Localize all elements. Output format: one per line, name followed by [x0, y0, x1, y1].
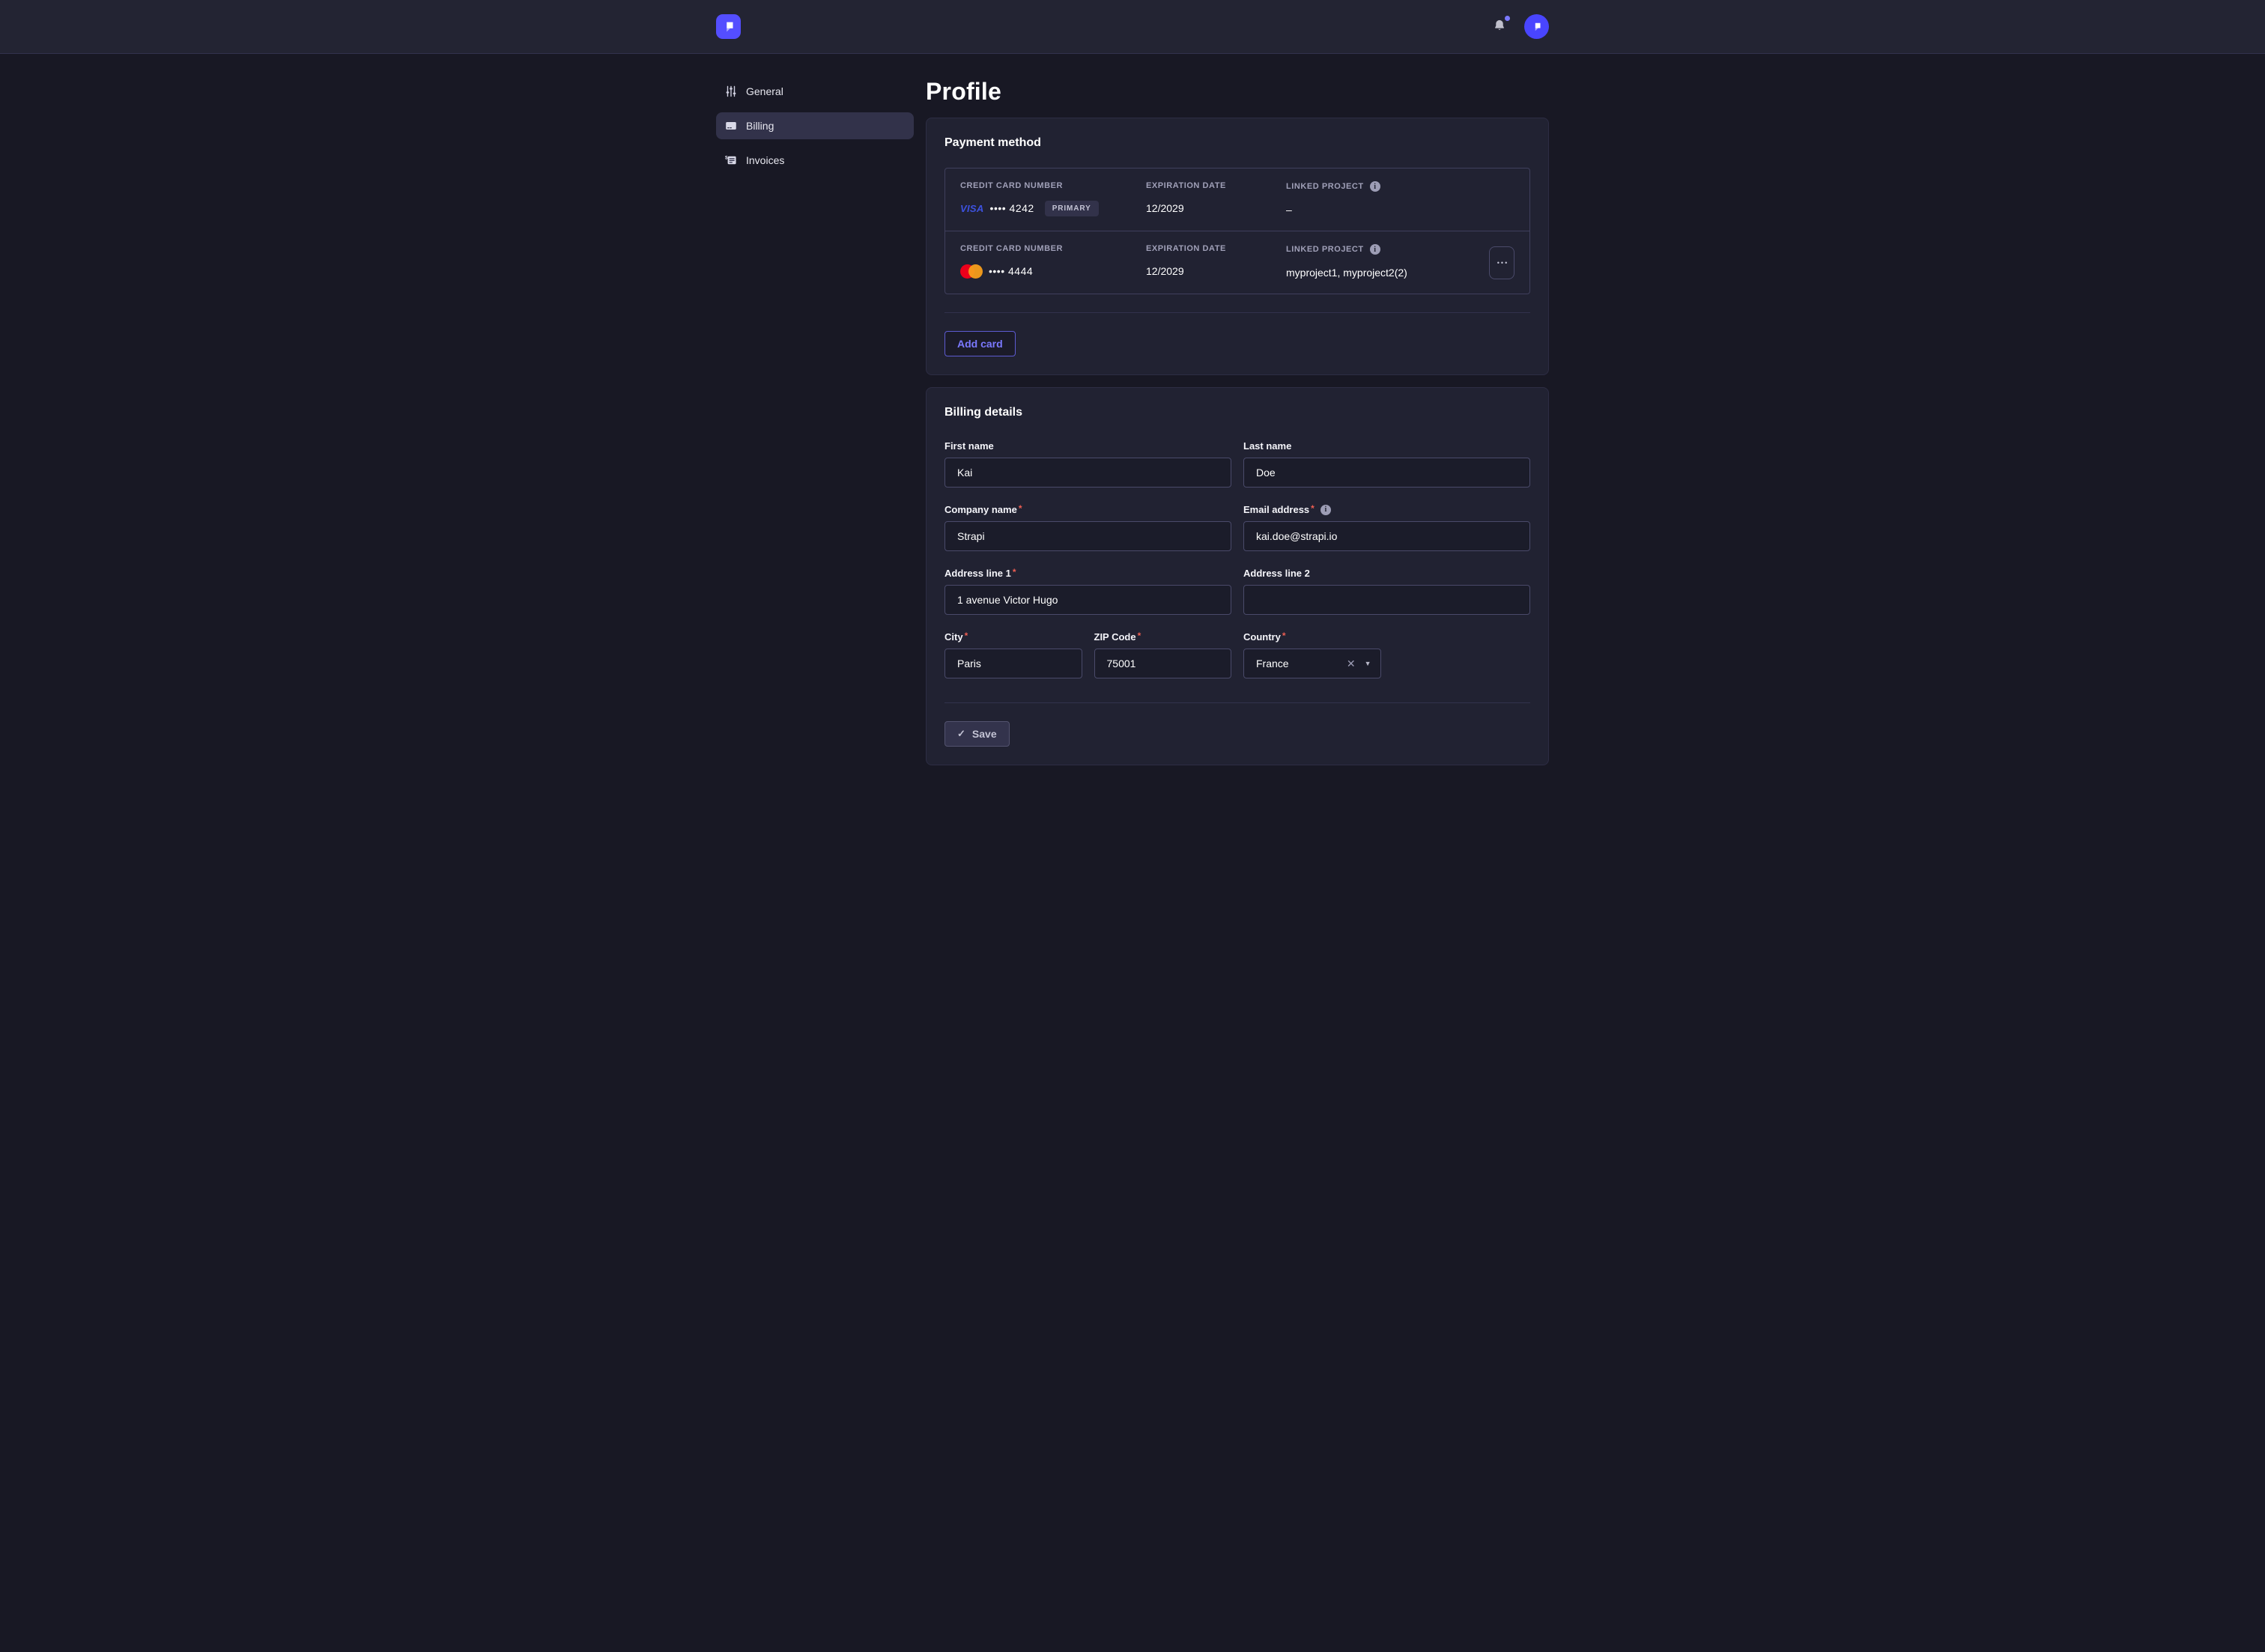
strapi-logo-icon — [721, 19, 737, 35]
billing-divider — [944, 702, 1530, 703]
address-line-1-label: Address line 1* — [944, 568, 1231, 579]
add-card-button[interactable]: Add card — [944, 331, 1016, 356]
payment-cards-table: CREDIT CARD NUMBER VISA •••• 4242 PRIMAR… — [944, 168, 1530, 294]
first-name-input[interactable] — [944, 458, 1231, 488]
first-name-label: First name — [944, 440, 1231, 452]
info-icon[interactable]: i — [1370, 181, 1380, 192]
field-address-line-1: Address line 1* — [944, 568, 1231, 615]
notification-dot — [1505, 16, 1510, 21]
field-zip-code: ZIP Code* — [1094, 631, 1232, 678]
page-title: Profile — [926, 78, 1549, 106]
chevron-down-icon[interactable]: ▼ — [1365, 660, 1371, 667]
required-marker: * — [1282, 631, 1286, 641]
credit-card-icon — [725, 120, 737, 132]
required-marker: * — [1013, 567, 1016, 577]
city-input[interactable] — [944, 649, 1082, 678]
billing-details-title: Billing details — [944, 406, 1530, 419]
last-name-label: Last name — [1243, 440, 1530, 452]
country-label: Country* — [1243, 631, 1381, 643]
linked-project-cell: LINKED PROJECT i – — [1286, 181, 1482, 218]
linked-project-value: myproject1, myproject2(2) — [1286, 264, 1482, 281]
field-country: Country* France ✕ ▼ — [1243, 631, 1381, 678]
required-marker: * — [1311, 503, 1315, 514]
notifications-button[interactable] — [1490, 15, 1509, 38]
credit-card-number-cell: CREDIT CARD NUMBER VISA •••• 4242 PRIMAR… — [960, 181, 1146, 216]
avatar-strapi-mark-icon — [1530, 20, 1544, 34]
strapi-logo[interactable] — [716, 14, 741, 39]
payment-divider — [944, 312, 1530, 313]
card-menu-button[interactable]: ••• — [1489, 246, 1514, 279]
city-label: City* — [944, 631, 1082, 643]
sidebar-item-label: General — [746, 85, 783, 97]
field-email-address: Email address* i — [1243, 504, 1530, 551]
mastercard-logo — [960, 264, 983, 279]
sidebar-item-billing[interactable]: Billing — [716, 112, 914, 139]
sidebar-item-label: Invoices — [746, 154, 784, 166]
billing-form: First name Last name Company name* — [944, 440, 1530, 678]
save-button[interactable]: ✓ Save — [944, 721, 1010, 747]
info-icon[interactable]: i — [1321, 505, 1331, 515]
visa-logo: VISA — [960, 203, 984, 214]
page-body: General Billing $ Invoices Profile P — [716, 54, 1549, 810]
company-name-label: Company name* — [944, 504, 1231, 515]
linked-project-value: – — [1286, 201, 1482, 218]
payment-card-row-mastercard: CREDIT CARD NUMBER •••• 4444 EXPIRATION … — [945, 231, 1529, 294]
country-select-value: France — [1256, 658, 1347, 669]
field-last-name: Last name — [1243, 440, 1530, 488]
top-bar — [0, 0, 2265, 54]
credit-card-number-cell: CREDIT CARD NUMBER •••• 4444 — [960, 244, 1146, 279]
linked-project-header: LINKED PROJECT — [1286, 245, 1364, 254]
main-content: Profile Payment method CREDIT CARD NUMBE… — [926, 78, 1549, 810]
address-line-1-input[interactable] — [944, 585, 1231, 615]
email-address-label: Email address* i — [1243, 504, 1530, 515]
svg-text:$: $ — [725, 156, 728, 161]
linked-project-header: LINKED PROJECT — [1286, 182, 1364, 191]
expiration-date-header: EXPIRATION DATE — [1146, 244, 1286, 253]
expiration-date-value: 12/2029 — [1146, 263, 1286, 279]
field-city: City* — [944, 631, 1082, 678]
header-actions — [1490, 14, 1549, 39]
expiration-date-cell: EXPIRATION DATE 12/2029 — [1146, 244, 1286, 279]
billing-details-card: Billing details First name Last name — [926, 387, 1549, 765]
primary-badge: PRIMARY — [1045, 201, 1099, 216]
field-company-name: Company name* — [944, 504, 1231, 551]
settings-nav: General Billing $ Invoices — [716, 78, 914, 810]
field-address-line-2: Address line 2 — [1243, 568, 1530, 615]
country-select[interactable]: France ✕ ▼ — [1243, 649, 1381, 678]
required-marker: * — [1019, 503, 1022, 514]
email-address-input[interactable] — [1243, 521, 1530, 551]
payment-method-card: Payment method CREDIT CARD NUMBER VISA •… — [926, 118, 1549, 375]
masked-card-number: •••• 4242 — [990, 202, 1034, 214]
invoice-icon: $ — [725, 154, 737, 166]
payment-method-title: Payment method — [944, 136, 1530, 150]
company-name-input[interactable] — [944, 521, 1231, 551]
address-line-2-input[interactable] — [1243, 585, 1530, 615]
expiration-date-header: EXPIRATION DATE — [1146, 181, 1286, 190]
field-first-name: First name — [944, 440, 1231, 488]
address-line-2-label: Address line 2 — [1243, 568, 1530, 579]
masked-card-number: •••• 4444 — [989, 265, 1033, 277]
sidebar-item-label: Billing — [746, 120, 774, 132]
credit-card-number-header: CREDIT CARD NUMBER — [960, 181, 1146, 190]
profile-avatar[interactable] — [1524, 14, 1549, 39]
ellipsis-icon: ••• — [1497, 259, 1509, 267]
required-marker: * — [965, 631, 968, 641]
credit-card-number-header: CREDIT CARD NUMBER — [960, 244, 1146, 253]
payment-card-row-visa: CREDIT CARD NUMBER VISA •••• 4242 PRIMAR… — [945, 168, 1529, 231]
sidebar-item-general[interactable]: General — [716, 78, 914, 105]
linked-project-cell: LINKED PROJECT i myproject1, myproject2(… — [1286, 244, 1482, 281]
sidebar-item-invoices[interactable]: $ Invoices — [716, 147, 914, 174]
top-bar-content — [716, 0, 1549, 53]
check-icon: ✓ — [957, 728, 965, 740]
last-name-input[interactable] — [1243, 458, 1530, 488]
required-marker: * — [1138, 631, 1141, 641]
clear-icon[interactable]: ✕ — [1347, 658, 1356, 670]
expiration-date-cell: EXPIRATION DATE 12/2029 — [1146, 181, 1286, 216]
info-icon[interactable]: i — [1370, 244, 1380, 255]
expiration-date-value: 12/2029 — [1146, 200, 1286, 216]
zip-code-input[interactable] — [1094, 649, 1232, 678]
bell-icon — [1493, 18, 1506, 33]
sliders-icon — [725, 85, 737, 97]
zip-code-label: ZIP Code* — [1094, 631, 1232, 643]
